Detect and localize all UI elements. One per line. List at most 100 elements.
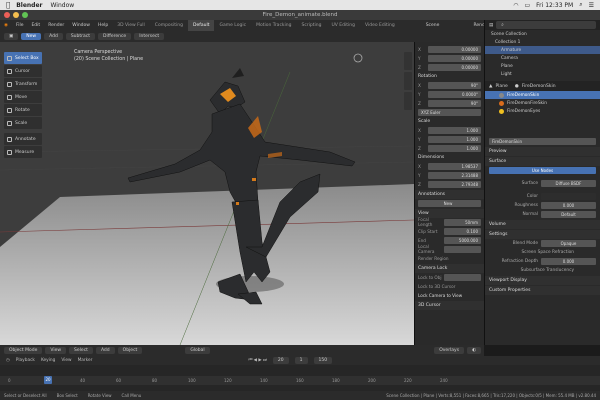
clip-start-field[interactable]: 0.100 — [444, 227, 481, 235]
outliner-scene-collection[interactable]: Scene Collection — [485, 30, 600, 38]
tab-3d-view-full[interactable]: 3D View Full — [112, 20, 150, 31]
annotation-new-button[interactable]: New — [418, 199, 481, 207]
mac-app-name[interactable]: Blender — [16, 2, 42, 9]
3d-viewport[interactable] — [0, 42, 414, 345]
rotation-mode-select[interactable]: XYZ Euler — [418, 108, 481, 116]
sst-checkbox[interactable]: Subsurface Translucency — [489, 268, 577, 273]
menu-window[interactable]: Window — [68, 23, 94, 28]
material-slot-fireskin[interactable]: FireDemonFireSkin — [485, 99, 600, 107]
tab-tool[interactable] — [404, 72, 412, 90]
tab-default[interactable]: Default — [188, 20, 215, 31]
playhead[interactable]: 20 — [44, 376, 52, 384]
tool-rotate[interactable]: Rotate — [4, 104, 42, 116]
ssr-checkbox[interactable]: Screen Space Refraction — [489, 250, 577, 255]
tool-select-box[interactable]: Select Box — [4, 52, 42, 64]
close-window-button[interactable] — [4, 12, 10, 18]
rotation-x-field[interactable]: 90° — [428, 81, 481, 89]
location-z-field[interactable]: 0.00000 — [428, 63, 481, 71]
mode-add-button[interactable]: Add — [44, 33, 63, 40]
mode-subtract-button[interactable]: Subtract — [65, 33, 95, 40]
custom-properties-section[interactable]: Custom Properties — [485, 286, 600, 295]
outliner-icon[interactable]: ▤ — [489, 23, 493, 28]
3d-cursor-header[interactable]: 3D Cursor — [415, 301, 484, 310]
object-mode-select[interactable]: Object Mode — [4, 347, 43, 354]
normal-field[interactable]: Default — [541, 211, 596, 218]
mode-intersect-button[interactable]: Intersect — [134, 33, 165, 40]
tab-item[interactable] — [404, 52, 412, 70]
outliner-light[interactable]: Light — [485, 70, 600, 78]
material-slot-skin[interactable]: FireDemonSkin — [485, 91, 600, 99]
volume-section[interactable]: Volume — [485, 220, 600, 229]
outliner-armature[interactable]: Armature — [485, 46, 600, 54]
zoom-window-button[interactable] — [22, 12, 28, 18]
mac-menu-window[interactable]: Window — [51, 2, 75, 9]
scale-y-field[interactable]: 1.000 — [428, 135, 481, 143]
tab-game-logic[interactable]: Game Logic — [214, 20, 251, 31]
viewport-display-section[interactable]: Viewport Display — [485, 276, 600, 285]
tool-cursor[interactable]: Cursor — [4, 65, 42, 77]
menu-help[interactable]: Help — [94, 23, 112, 28]
mode-new-button[interactable]: New — [21, 33, 42, 40]
menu-file[interactable]: File — [12, 23, 28, 28]
camera-lock-header[interactable]: Camera Lock — [415, 264, 484, 273]
scale-x-field[interactable]: 1.000 — [428, 126, 481, 134]
play-controls[interactable]: ⏮ ◀ ▶ ⏭ — [248, 358, 266, 363]
color-swatch[interactable] — [541, 193, 596, 200]
use-nodes-button[interactable]: Use Nodes — [489, 167, 596, 174]
refraction-depth-field[interactable]: 0.000 — [541, 258, 596, 265]
dim-z-field[interactable]: 2.79348 — [428, 180, 481, 188]
timeline-ruler[interactable]: 0 20 40 60 80 100 120 140 160 180 200 220 240 — [0, 376, 600, 385]
tab-view[interactable] — [404, 92, 412, 110]
apple-icon[interactable]:  — [6, 1, 10, 9]
tool-measure[interactable]: Measure — [4, 146, 42, 158]
timeline[interactable]: ◷ Playback Keying View Marker ⏮ ◀ ▶ ⏭ 20… — [0, 356, 600, 391]
material-slot-eyes[interactable]: FireDemonEyes — [485, 107, 600, 115]
location-x-field[interactable]: 0.00000 — [428, 45, 481, 53]
timeline-view-menu[interactable]: View — [61, 358, 71, 363]
blend-mode-select[interactable]: Opaque — [541, 240, 596, 247]
mac-clock[interactable]: Fri 12:33 PM — [536, 2, 573, 9]
current-frame-field[interactable]: 20 — [272, 357, 289, 364]
settings-section[interactable]: Settings — [485, 230, 600, 239]
tool-transform[interactable]: Transform — [4, 78, 42, 90]
minimize-window-button[interactable] — [13, 12, 19, 18]
rotation-y-field[interactable]: 0.0000° — [428, 90, 481, 98]
material-name-field[interactable]: FireDemonSkin — [489, 138, 596, 145]
object-menu[interactable]: Object — [117, 347, 143, 354]
blender-logo-icon[interactable]: ◉ — [0, 23, 12, 28]
annotations-header[interactable]: Annotations — [415, 190, 484, 199]
overlays-button[interactable]: Overlays — [434, 347, 465, 354]
add-menu[interactable]: Add — [95, 347, 115, 354]
tab-motion-tracking[interactable]: Motion Tracking — [251, 20, 296, 31]
surface-section[interactable]: Surface — [485, 157, 600, 166]
preview-section[interactable]: Preview — [485, 147, 600, 156]
dim-y-field[interactable]: 2.31488 — [428, 171, 481, 179]
tab-compositing[interactable]: Compositing — [150, 20, 188, 31]
dim-x-field[interactable]: 1.98537 — [428, 162, 481, 170]
wifi-icon[interactable]: ◠ — [513, 2, 518, 9]
timeline-editor-icon[interactable]: ◷ — [6, 358, 10, 363]
tab-video-editing[interactable]: Video Editing — [360, 20, 400, 31]
tool-annotate[interactable]: Annotate — [4, 133, 42, 145]
scale-z-field[interactable]: 1.000 — [428, 144, 481, 152]
start-frame-field[interactable]: 1 — [294, 357, 308, 364]
view-menu[interactable]: View — [45, 347, 67, 354]
outliner-camera[interactable]: Camera — [485, 54, 600, 62]
outliner-plane[interactable]: Plane — [485, 62, 600, 70]
outliner-collection[interactable]: Collection 1 — [485, 38, 600, 46]
keying-menu[interactable]: Keying — [41, 358, 55, 363]
lock-object-field[interactable] — [444, 273, 481, 281]
lock-cursor-checkbox[interactable]: Lock to 3D Cursor — [418, 284, 478, 289]
transform-orientation-select[interactable]: Global — [185, 347, 210, 354]
tool-scale[interactable]: Scale — [4, 117, 42, 129]
playback-menu[interactable]: Playback — [16, 358, 35, 363]
menu-render[interactable]: Render — [44, 23, 68, 28]
search-icon[interactable]: ⌕ — [579, 1, 582, 9]
tool-move[interactable]: Move — [4, 91, 42, 103]
end-frame-field[interactable]: 150 — [313, 357, 333, 364]
menu-icon[interactable]: ☰ — [589, 2, 594, 9]
surface-shader-select[interactable]: Diffuse BSDF — [541, 180, 596, 187]
select-menu[interactable]: Select — [69, 347, 93, 354]
clip-end-field[interactable]: 5000.000 — [444, 236, 481, 244]
mode-difference-button[interactable]: Difference — [98, 33, 132, 40]
